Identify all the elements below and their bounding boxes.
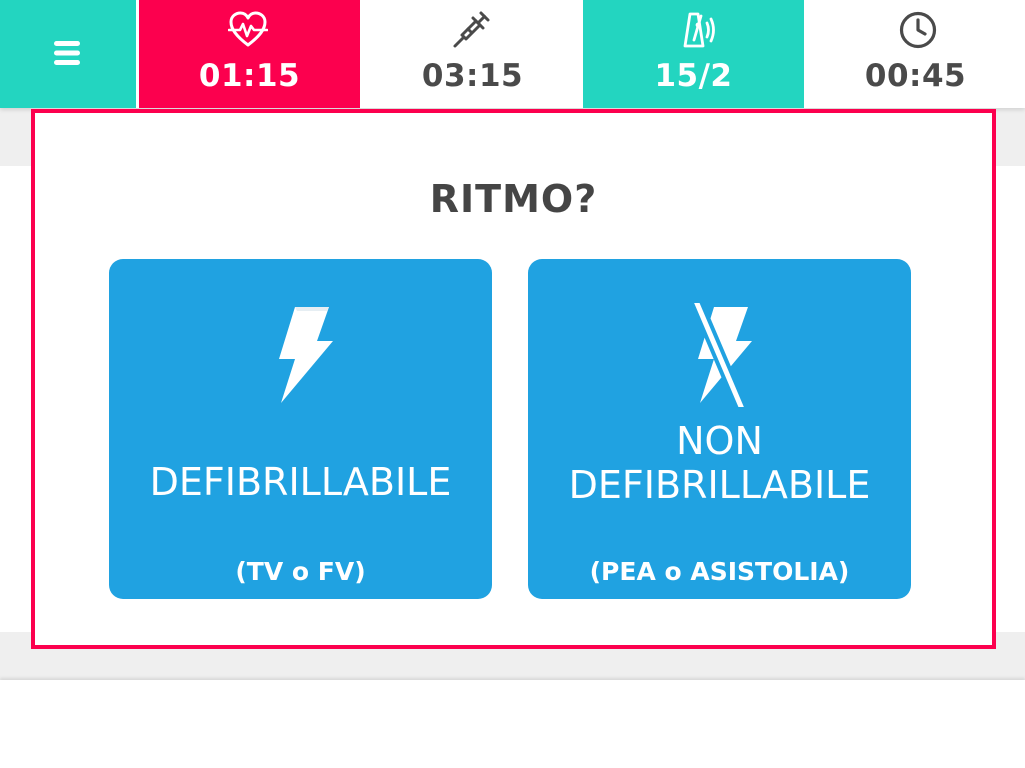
non-shockable-label: NON DEFIBRILLABILE	[528, 419, 911, 507]
rhythm-dialog: RITMO? DEFIBRILLABILE (TV o FV) NON DEFI…	[31, 109, 996, 649]
non-shockable-label-line2: DEFIBRILLABILE	[568, 463, 871, 507]
elapsed-time-tile[interactable]: 00:45	[806, 0, 1025, 108]
clock-icon	[899, 11, 937, 49]
compression-ratio-tile[interactable]: 15/2	[583, 0, 804, 108]
top-bar: 01:15 03:15 15/2 00:45	[0, 0, 1025, 108]
non-shockable-label-line1: NON	[676, 419, 763, 463]
lightning-bolt-icon	[278, 307, 333, 403]
menu-button[interactable]	[0, 0, 136, 108]
elapsed-time-value: 00:45	[864, 58, 967, 94]
compression-ratio-value: 15/2	[654, 58, 733, 94]
shockable-label: DEFIBRILLABILE	[149, 460, 452, 504]
metronome-sound-icon	[683, 12, 715, 48]
shockable-button[interactable]: DEFIBRILLABILE (TV o FV)	[109, 259, 492, 599]
drug-timer-tile[interactable]: 03:15	[362, 0, 583, 108]
dialog-title: RITMO?	[429, 177, 598, 221]
syringe-icon	[453, 11, 490, 48]
hamburger-menu-icon	[54, 41, 80, 65]
bottom-panel	[0, 680, 1025, 768]
heart-rhythm-timer-tile[interactable]: 01:15	[139, 0, 360, 108]
non-shockable-subtitle: (PEA o ASISTOLIA)	[589, 557, 850, 586]
heart-pulse-icon	[228, 11, 268, 47]
heart-timer-value: 01:15	[198, 58, 301, 94]
drug-timer-value: 03:15	[421, 58, 524, 94]
non-shockable-button[interactable]: NON DEFIBRILLABILE (PEA o ASISTOLIA)	[528, 259, 911, 599]
shockable-subtitle: (TV o FV)	[235, 557, 366, 586]
lightning-bolt-crossed-icon	[689, 303, 752, 407]
